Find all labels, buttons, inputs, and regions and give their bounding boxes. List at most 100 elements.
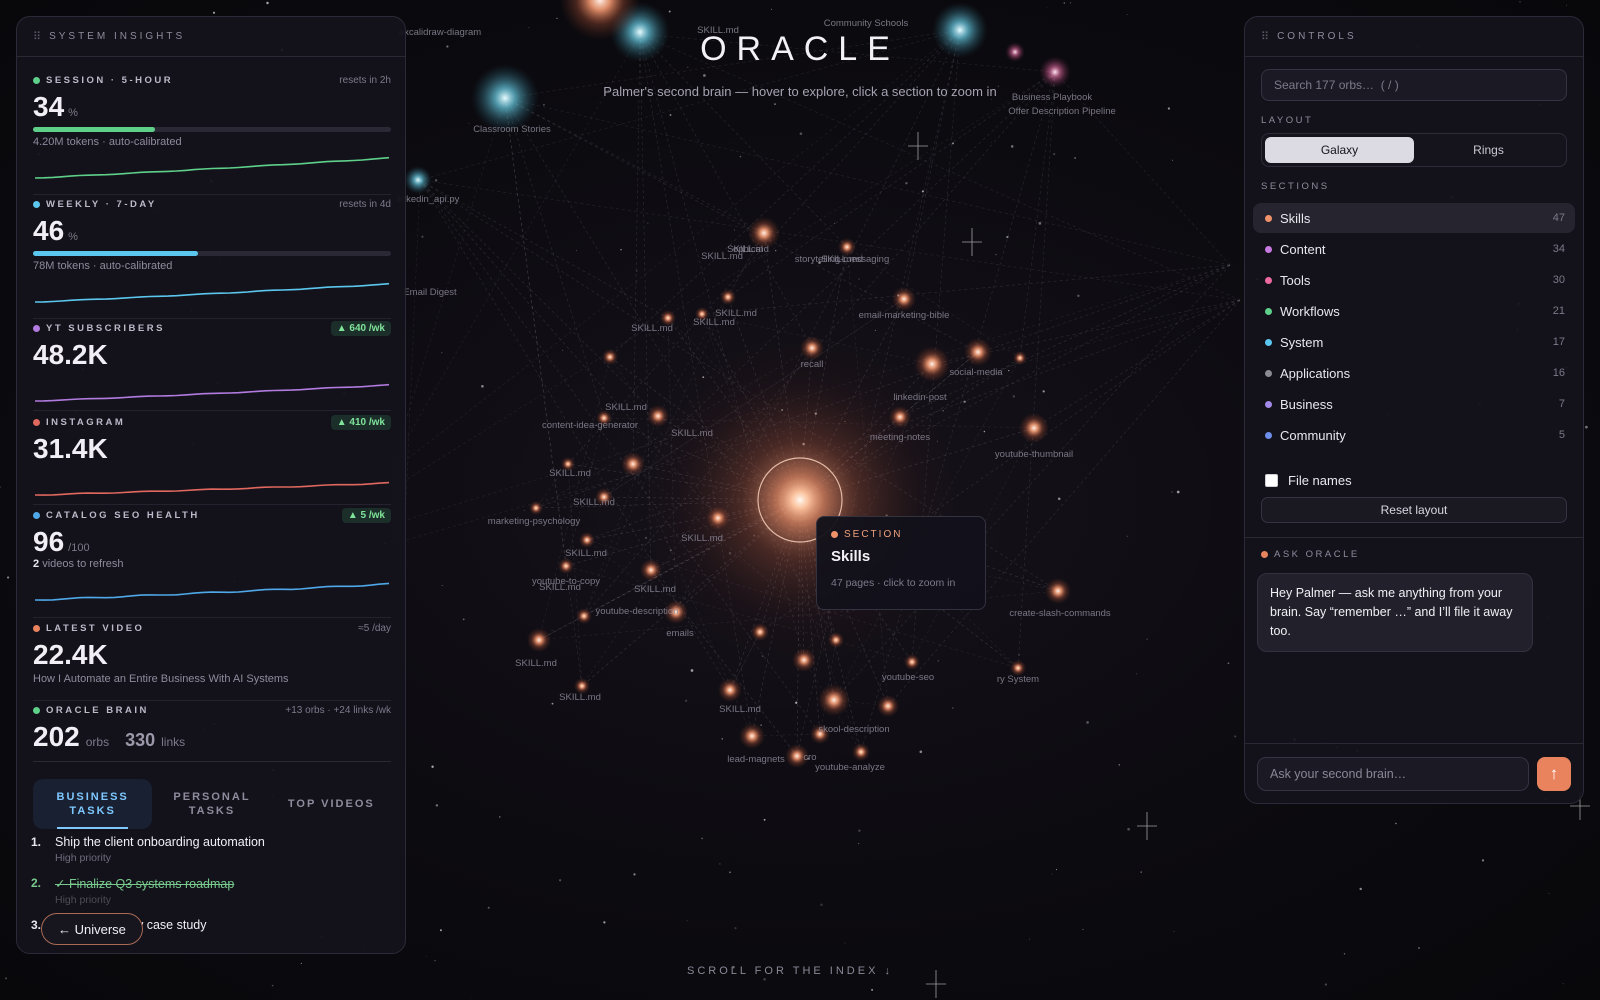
section-item-system[interactable]: System 17 (1253, 327, 1575, 357)
section-count: 47 (1552, 212, 1565, 224)
video-value: 22.4K (33, 639, 108, 670)
file-names-checkbox[interactable] (1265, 474, 1278, 487)
star (937, 660, 940, 662)
panel-header[interactable]: ⠿ SYSTEM INSIGHTS (17, 17, 405, 57)
graph-orb[interactable] (818, 684, 850, 716)
graph-orb[interactable] (558, 558, 574, 574)
star (874, 329, 876, 331)
graph-orb[interactable] (964, 338, 992, 366)
graph-orb[interactable] (579, 532, 595, 548)
weekly-label: WEEKLY · 7-DAY (33, 199, 157, 210)
tab-business-tasks[interactable]: BUSINESS TASKS (33, 779, 153, 829)
video-title[interactable]: How I Automate an Entire Business With A… (33, 673, 391, 685)
scroll-hint[interactable]: SCROLL FOR THE INDEX ↓ (0, 965, 1580, 977)
star (421, 235, 424, 238)
file-names-toggle[interactable]: File names (1265, 473, 1352, 488)
yt-sparkline (34, 383, 390, 402)
controls-panel: ⠿ CONTROLS LAYOUT Galaxy Rings SECTIONS … (1244, 16, 1584, 804)
task-body: Ship the client onboarding automation Hi… (55, 835, 265, 864)
graph-orb[interactable] (1013, 351, 1027, 365)
section-item-workflows[interactable]: Workflows 21 (1253, 296, 1575, 326)
graph-orb[interactable] (739, 723, 765, 749)
graph-link (1033, 299, 1241, 429)
section-item-community[interactable]: Community 5 (1253, 420, 1575, 450)
drag-handle-icon[interactable]: ⠿ (33, 30, 41, 43)
star (1055, 869, 1058, 871)
graph-orb[interactable] (602, 349, 618, 365)
section-dot-icon (1265, 431, 1272, 439)
tab-top-videos[interactable]: TOP VIDEOS (272, 779, 391, 829)
arrow-up-icon: ↑ (1549, 764, 1559, 783)
section-item-tools[interactable]: Tools 30 (1253, 265, 1575, 295)
instagram-metric: INSTAGRAM ▲ 410 /wk 31.4K (33, 414, 391, 505)
star (774, 249, 777, 252)
layout-option-galaxy[interactable]: Galaxy (1265, 137, 1414, 163)
graph-orb[interactable] (1019, 413, 1049, 443)
send-button[interactable]: ↑ (1537, 757, 1571, 791)
seo-label: CATALOG SEO HEALTH (33, 510, 200, 521)
graph-orb[interactable] (904, 654, 920, 670)
search-input[interactable] (1261, 69, 1567, 101)
graph-orb[interactable] (1045, 578, 1071, 604)
graph-orb[interactable] (576, 608, 592, 624)
seo-label-text: CATALOG SEO HEALTH (46, 509, 200, 521)
star (995, 253, 997, 256)
graph-orb[interactable] (529, 501, 543, 515)
layout-option-rings[interactable]: Rings (1414, 137, 1563, 163)
graph-orb[interactable] (852, 743, 870, 761)
graph-orb[interactable] (720, 289, 736, 305)
status-dot-icon (831, 531, 838, 538)
video-label-text: LATEST VIDEO (46, 622, 145, 634)
brain-growth: +13 orbs · +24 links /wk (285, 704, 391, 716)
drag-handle-icon[interactable]: ⠿ (1261, 30, 1269, 43)
graph-orb[interactable] (828, 632, 844, 648)
section-item-content[interactable]: Content 34 (1253, 234, 1575, 264)
graph-orb[interactable] (718, 678, 742, 702)
chat-input[interactable] (1257, 757, 1529, 791)
graph-orb[interactable] (640, 559, 662, 581)
graph-orb[interactable] (914, 346, 950, 382)
graph-orb[interactable] (751, 623, 769, 641)
section-item-applications[interactable]: Applications 16 (1253, 358, 1575, 388)
weekly-value-number: 46 (33, 215, 65, 246)
panel-header[interactable]: ⠿ CONTROLS (1245, 17, 1583, 57)
graph-orb[interactable] (527, 628, 551, 652)
section-item-skills[interactable]: Skills 47 (1253, 203, 1575, 233)
graph-orb[interactable] (404, 166, 432, 194)
star (5, 977, 7, 980)
graph-orb[interactable] (877, 695, 899, 717)
graph-orb[interactable] (792, 648, 816, 672)
reset-layout-button[interactable]: Reset layout (1261, 497, 1567, 523)
session-sparkline (34, 156, 390, 179)
graph-orb[interactable] (621, 452, 645, 476)
star (684, 699, 688, 702)
section-count: 34 (1552, 243, 1565, 255)
universe-back-button[interactable]: ← Universe (41, 913, 143, 945)
list-item[interactable]: 1. Ship the client onboarding automation… (31, 835, 391, 864)
section-item-business[interactable]: Business 7 (1253, 389, 1575, 419)
section-count: 16 (1552, 367, 1565, 379)
star (575, 250, 578, 252)
graph-link (419, 179, 1241, 301)
graph-orb[interactable] (892, 287, 916, 311)
orb-label: marketing-psychology (488, 516, 581, 527)
star (799, 132, 803, 135)
star (1126, 535, 1128, 537)
graph-orb[interactable] (889, 406, 911, 428)
star (703, 74, 706, 77)
brain-label-text: ORACLE BRAIN (46, 704, 149, 716)
graph-orb[interactable] (647, 405, 669, 427)
orb-label: recall (801, 359, 824, 370)
star (763, 977, 766, 981)
seo-value: 96/100 (33, 526, 391, 558)
star (1010, 145, 1014, 148)
star (462, 618, 465, 621)
star (1159, 319, 1161, 321)
graph-orb[interactable] (706, 506, 730, 530)
tab-personal-tasks[interactable]: PERSONAL TASKS (152, 779, 271, 829)
graph-orb[interactable] (800, 336, 824, 360)
status-dot-icon (33, 624, 40, 632)
list-item[interactable]: 2. ✓ Finalize Q3 systems roadmap High pr… (31, 876, 391, 906)
section-name: Business (1280, 396, 1333, 412)
layout-toggle: Galaxy Rings (1261, 133, 1567, 167)
